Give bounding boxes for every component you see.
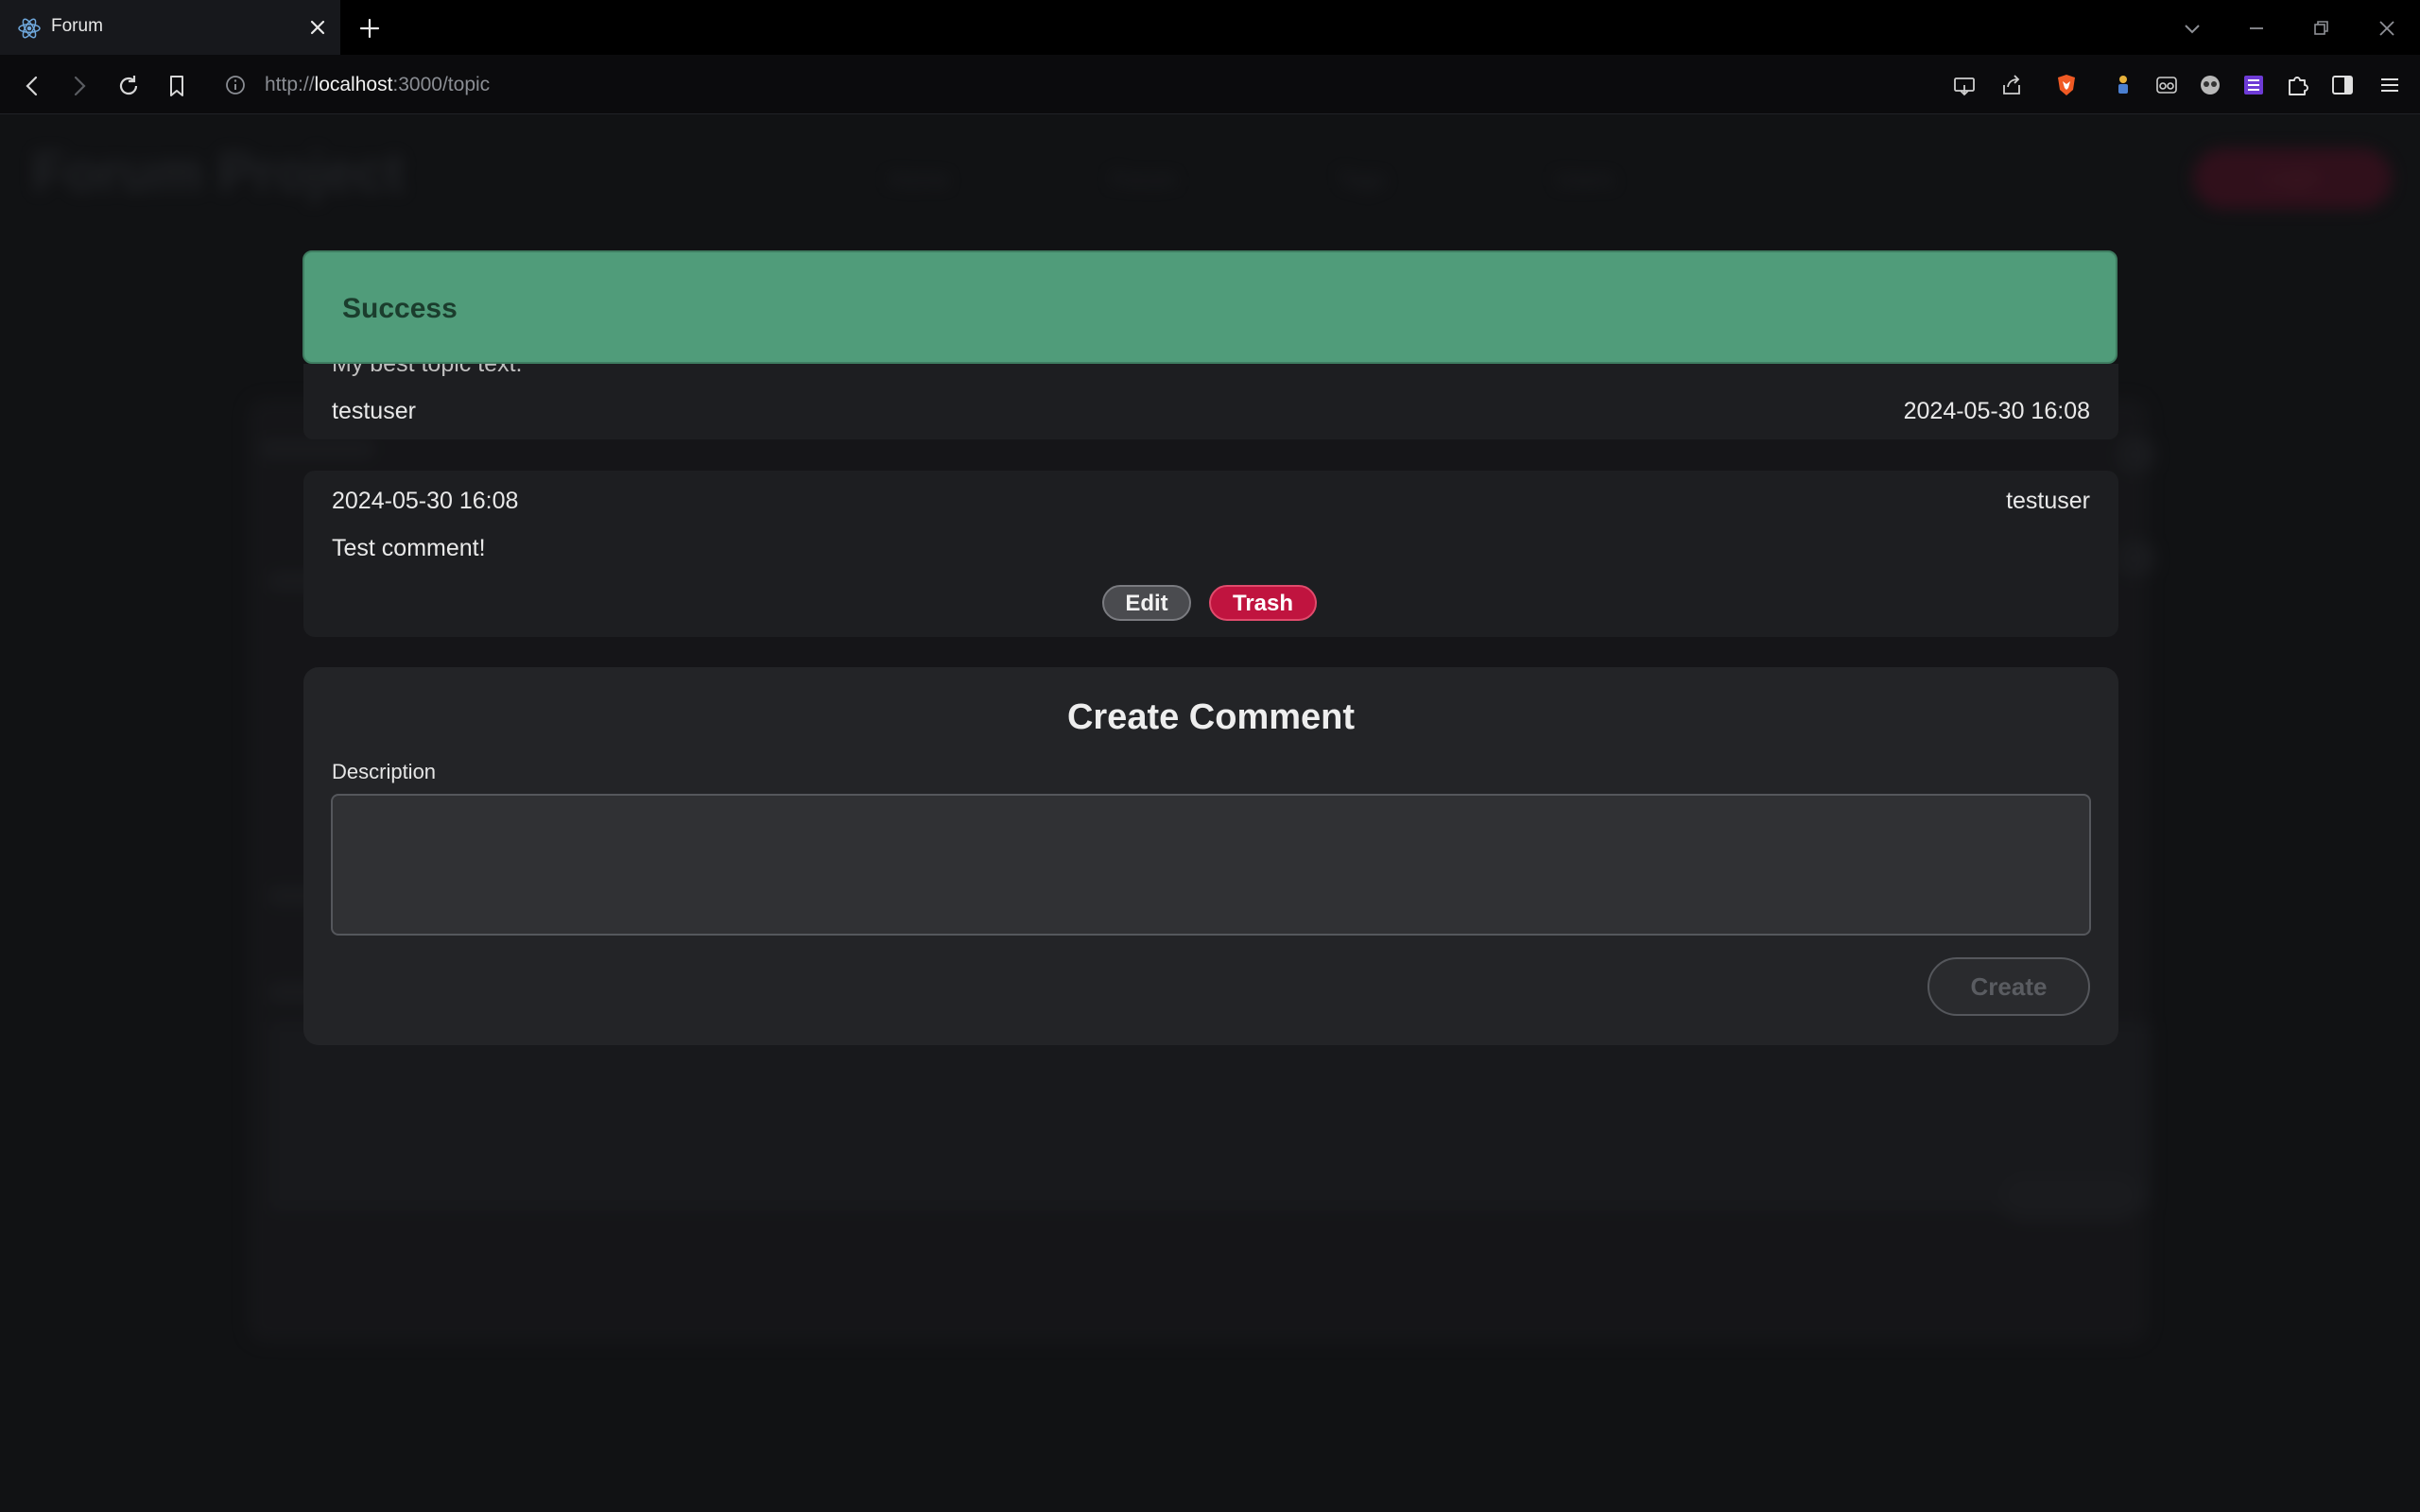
close-tab-icon[interactable]: [306, 16, 329, 39]
comment-date: 2024-05-30 16:08: [332, 488, 519, 514]
create-comment-title: Create Comment: [1066, 697, 1356, 737]
description-label: Description: [332, 760, 437, 783]
comment-author: testuser: [2006, 488, 2090, 514]
browser-tab-bar: Forum: [0, 0, 2420, 55]
success-alert-text: Success: [342, 293, 458, 324]
create-comment-form: Create Comment Description Create: [303, 667, 2118, 1045]
menu-icon[interactable]: [2377, 72, 2403, 98]
nav-item-tags: Tags: [1338, 167, 1386, 193]
bookmark-icon[interactable]: [164, 73, 190, 99]
nav-item-forum: Forum: [1111, 167, 1177, 193]
extension-grid-icon[interactable]: [2240, 72, 2267, 98]
new-tab-icon[interactable]: [357, 16, 382, 41]
topic-author: testuser: [332, 398, 416, 424]
back-icon[interactable]: [19, 73, 45, 99]
edit-comment-button[interactable]: Edit: [1102, 585, 1191, 621]
background-line: [269, 1022, 2151, 1211]
comment-body: Test comment!: [332, 535, 486, 561]
comment-card: 2024-05-30 16:08 testuser Test comment! …: [303, 471, 2118, 637]
nav-item-users: Users: [1555, 167, 1615, 193]
tab-search-chevron-icon[interactable]: [2180, 16, 2204, 41]
tab-title: Forum: [51, 16, 103, 36]
site-brand: Forum Project: [32, 142, 405, 203]
topic-date: 2024-05-30 16:08: [1903, 398, 2090, 424]
minimize-icon[interactable]: [2244, 16, 2269, 41]
nav-item-home: Home: [889, 167, 950, 193]
reader-glasses-icon[interactable]: [2153, 72, 2180, 98]
success-alert: Success: [302, 250, 2118, 364]
share-icon[interactable]: [1998, 72, 2025, 98]
address-bar[interactable]: http://localhost:3000/topic: [265, 74, 490, 96]
url-host: localhost: [314, 74, 393, 95]
extension-figure-icon[interactable]: [2110, 72, 2136, 98]
brave-shield-icon[interactable]: [2053, 72, 2080, 98]
extensions-puzzle-icon[interactable]: [2284, 72, 2310, 98]
forward-icon[interactable]: [66, 73, 93, 99]
create-comment-button[interactable]: Create: [1927, 957, 2090, 1016]
site-info-icon[interactable]: [224, 74, 247, 96]
trash-comment-button[interactable]: Trash: [1209, 585, 1317, 621]
login-button: Login: [2193, 148, 2392, 209]
url-path: :3000/topic: [392, 74, 491, 95]
url-protocol: http://: [265, 74, 315, 95]
background-line: [1999, 1173, 2141, 1220]
restore-icon[interactable]: [2308, 16, 2333, 41]
react-logo-icon: [18, 18, 41, 39]
background-line: [2118, 436, 2155, 473]
extension-mask-icon[interactable]: [2197, 72, 2223, 98]
sidebar-icon[interactable]: [2329, 72, 2356, 98]
reload-icon[interactable]: [115, 73, 142, 99]
topic-text: My best topic text.: [332, 364, 523, 377]
description-input[interactable]: [331, 794, 2091, 936]
close-window-icon[interactable]: [2375, 16, 2399, 41]
background-line: [2118, 540, 2155, 577]
background-line: [260, 440, 373, 457]
browser-tab[interactable]: Forum: [0, 0, 340, 55]
topic-card: My best topic text. testuser 2024-05-30 …: [303, 364, 2118, 439]
cast-icon[interactable]: [1951, 72, 1978, 98]
